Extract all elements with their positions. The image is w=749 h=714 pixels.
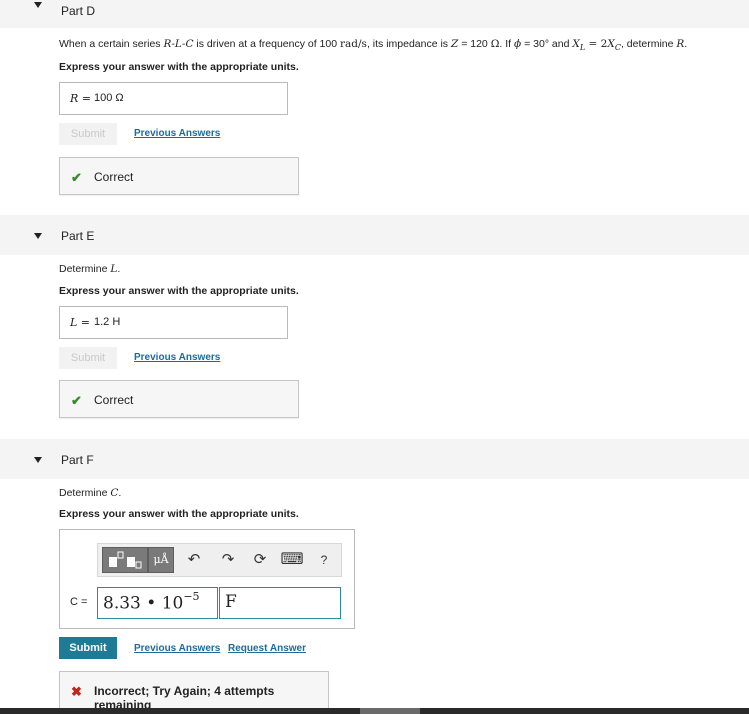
part-e-feedback: ✔ Correct (59, 380, 299, 418)
units-button[interactable]: μÅ (148, 547, 174, 573)
x-mark-icon: ✖ (71, 684, 82, 699)
answer-value: 100 Ω (94, 92, 124, 104)
help-icon[interactable]: ? (314, 547, 334, 573)
templates-icon (109, 551, 142, 569)
undo-icon[interactable]: ↶ (184, 547, 204, 573)
caret-down-icon[interactable] (34, 457, 42, 463)
answer-label: R = (70, 92, 91, 105)
part-d-instructions: Express your answer with the appropriate… (59, 61, 299, 73)
part-e-previous-answers-link[interactable]: Previous Answers (134, 352, 220, 363)
part-f-submit-button[interactable]: Submit (59, 637, 117, 659)
part-d-submit-button[interactable]: Submit (59, 123, 117, 145)
part-f-title: Part F (61, 453, 94, 467)
feedback-text: Correct (94, 170, 134, 184)
part-f-header[interactable]: Part F (0, 439, 749, 479)
part-f-feedback: ✖ Incorrect; Try Again; 4 attempts remai… (59, 671, 329, 712)
part-f-previous-answers-link[interactable]: Previous Answers (134, 643, 220, 654)
part-e-instructions: Express your answer with the appropriate… (59, 285, 299, 297)
value-expression: 8.33 • 10−5 (103, 590, 200, 614)
value-input[interactable]: 8.33 • 10−5 (97, 587, 218, 619)
templates-button[interactable] (102, 547, 148, 573)
part-d-answer-field[interactable]: R = 100 Ω (59, 82, 288, 115)
redo-icon[interactable]: ↷ (218, 547, 238, 573)
caret-down-icon[interactable] (34, 2, 42, 8)
part-d-feedback: ✔ Correct (59, 157, 299, 195)
horizontal-scrollbar[interactable] (0, 708, 749, 714)
answer-label: C = (70, 596, 88, 608)
part-f-request-answer-link[interactable]: Request Answer (228, 643, 306, 654)
unit-value: F (225, 592, 237, 612)
reset-icon[interactable]: ⟳ (250, 547, 270, 573)
part-d-title: Part D (61, 4, 96, 18)
answer-label: L = (70, 316, 91, 329)
part-d-problem: When a certain series R-L-C is driven at… (59, 38, 688, 53)
units-input[interactable]: F (219, 587, 341, 619)
part-e-submit-button[interactable]: Submit (59, 347, 117, 369)
part-e-answer-field[interactable]: L = 1.2 H (59, 306, 288, 339)
feedback-text: Correct (94, 393, 134, 407)
part-f-instructions: Express your answer with the appropriate… (59, 508, 299, 520)
part-e-header[interactable]: Part E (0, 215, 749, 255)
answer-value: 1.2 H (94, 316, 121, 328)
part-e-problem: Determine L. (59, 263, 121, 275)
checkmark-icon: ✔ (71, 170, 82, 185)
math-answer-editor: μÅ ↶ ↷ ⟳ ⌨ ? C = 8.33 • 10−5 F (59, 529, 355, 629)
part-e-title: Part E (61, 229, 95, 243)
editor-toolbar: μÅ ↶ ↷ ⟳ ⌨ ? (97, 543, 342, 577)
part-f-problem: Determine C. (59, 487, 122, 499)
caret-down-icon[interactable] (34, 233, 42, 239)
part-d-header[interactable]: Part D (0, 0, 749, 28)
keyboard-icon[interactable]: ⌨ (280, 547, 304, 573)
part-d-previous-answers-link[interactable]: Previous Answers (134, 128, 220, 139)
checkmark-icon: ✔ (71, 393, 82, 408)
scrollbar-thumb[interactable] (360, 708, 420, 714)
